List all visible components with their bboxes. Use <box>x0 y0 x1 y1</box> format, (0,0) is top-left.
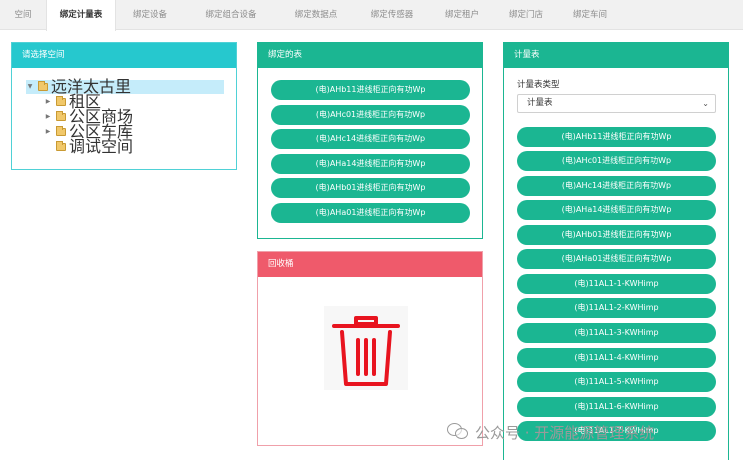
meter-type-label: 计量表类型 <box>517 80 560 90</box>
meter-item[interactable]: (电)AHc14进线柜正向有功Wp <box>517 176 716 196</box>
space-panel-title: 请选择空间 <box>12 43 236 68</box>
folder-icon <box>38 81 48 91</box>
tab-bind-meter[interactable]: 绑定计量表 <box>46 0 116 31</box>
tab-bind-shopfloor[interactable]: 绑定车间 <box>558 0 622 30</box>
bound-meters-title: 绑定的表 <box>258 43 482 68</box>
folder-icon <box>56 96 66 106</box>
meters-panel-title: 计量表 <box>504 43 728 68</box>
meters-panel: 计量表 计量表类型 计量表 ⌄ (电)AHb11进线柜正向有功Wp (电)AHc… <box>503 42 729 460</box>
meter-item[interactable]: (电)11AL1-4-KWHimp <box>517 348 716 368</box>
space-panel: 请选择空间 ▼ 远洋太古里 ▶ 租区 ▶ 公区商场 ▶ 公区车库 调试空间 <box>11 42 237 170</box>
tab-bind-combined-equipment[interactable]: 绑定组合设备 <box>184 0 278 30</box>
tab-space[interactable]: 空间 <box>0 0 46 30</box>
tab-bind-equipment[interactable]: 绑定设备 <box>116 0 184 30</box>
collapse-caret-icon[interactable]: ▼ <box>26 80 34 94</box>
tab-bind-store[interactable]: 绑定门店 <box>494 0 558 30</box>
trash-icon <box>332 316 400 386</box>
tab-bind-datapoint[interactable]: 绑定数据点 <box>278 0 354 30</box>
meter-item[interactable]: (电)AHa14进线柜正向有功Wp <box>517 200 716 220</box>
bound-meter-item[interactable]: (电)AHa14进线柜正向有功Wp <box>271 154 470 174</box>
meter-item[interactable]: (电)AHa01进线柜正向有功Wp <box>517 249 716 269</box>
folder-icon <box>56 111 66 121</box>
recycle-panel-title: 回收桶 <box>258 252 482 277</box>
tree-node-label: 调试空间 <box>69 137 134 156</box>
bound-meter-item[interactable]: (电)AHb11进线柜正向有功Wp <box>271 80 470 100</box>
tab-bind-sensor[interactable]: 绑定传感器 <box>354 0 430 30</box>
recycle-drop-zone[interactable] <box>324 306 408 390</box>
bound-meter-item[interactable]: (电)AHc14进线柜正向有功Wp <box>271 129 470 149</box>
folder-icon <box>56 126 66 136</box>
expand-caret-icon[interactable]: ▶ <box>44 95 52 109</box>
meter-item[interactable]: (电)11AL1-6-KWHimp <box>517 397 716 417</box>
bound-meters-panel: 绑定的表 (电)AHb11进线柜正向有功Wp (电)AHc01进线柜正向有功Wp… <box>257 42 483 239</box>
bound-meter-item[interactable]: (电)AHa01进线柜正向有功Wp <box>271 203 470 223</box>
meter-type-selected: 计量表 <box>527 98 553 108</box>
tree-node-root[interactable]: ▼ 远洋太古里 <box>26 79 224 95</box>
expand-caret-icon[interactable]: ▶ <box>44 125 52 139</box>
meter-item[interactable]: (电)AHb11进线柜正向有功Wp <box>517 127 716 147</box>
bound-meter-item[interactable]: (电)AHc01进线柜正向有功Wp <box>271 105 470 125</box>
tab-bar: 空间 绑定计量表 绑定设备 绑定组合设备 绑定数据点 绑定传感器 绑定租户 绑定… <box>0 0 743 31</box>
folder-icon <box>56 141 66 151</box>
meter-item[interactable]: (电)11AL1-3-KWHimp <box>517 323 716 343</box>
chevron-down-icon: ⌄ <box>702 99 709 108</box>
bound-meter-item[interactable]: (电)AHb01进线柜正向有功Wp <box>271 178 470 198</box>
meter-item[interactable]: (电)11AL1-1-KWHimp <box>517 274 716 294</box>
expand-caret-icon[interactable]: ▶ <box>44 110 52 124</box>
wechat-logo-icon <box>447 423 469 441</box>
recycle-panel: 回收桶 <box>257 251 483 446</box>
meter-type-select[interactable]: 计量表 ⌄ <box>517 94 716 113</box>
watermark-text: 公众号 · 开源能源管理系统 <box>475 423 655 442</box>
tab-bind-tenant[interactable]: 绑定租户 <box>430 0 494 30</box>
meter-item[interactable]: (电)AHc01进线柜正向有功Wp <box>517 151 716 171</box>
meter-item[interactable]: (电)11AL1-5-KWHimp <box>517 372 716 392</box>
meter-item[interactable]: (电)11AL1-2-KWHimp <box>517 298 716 318</box>
watermark: 公众号 · 开源能源管理系统 <box>447 420 654 444</box>
meter-item[interactable]: (电)AHb01进线柜正向有功Wp <box>517 225 716 245</box>
tree-node-debug-space[interactable]: 调试空间 <box>44 137 134 156</box>
